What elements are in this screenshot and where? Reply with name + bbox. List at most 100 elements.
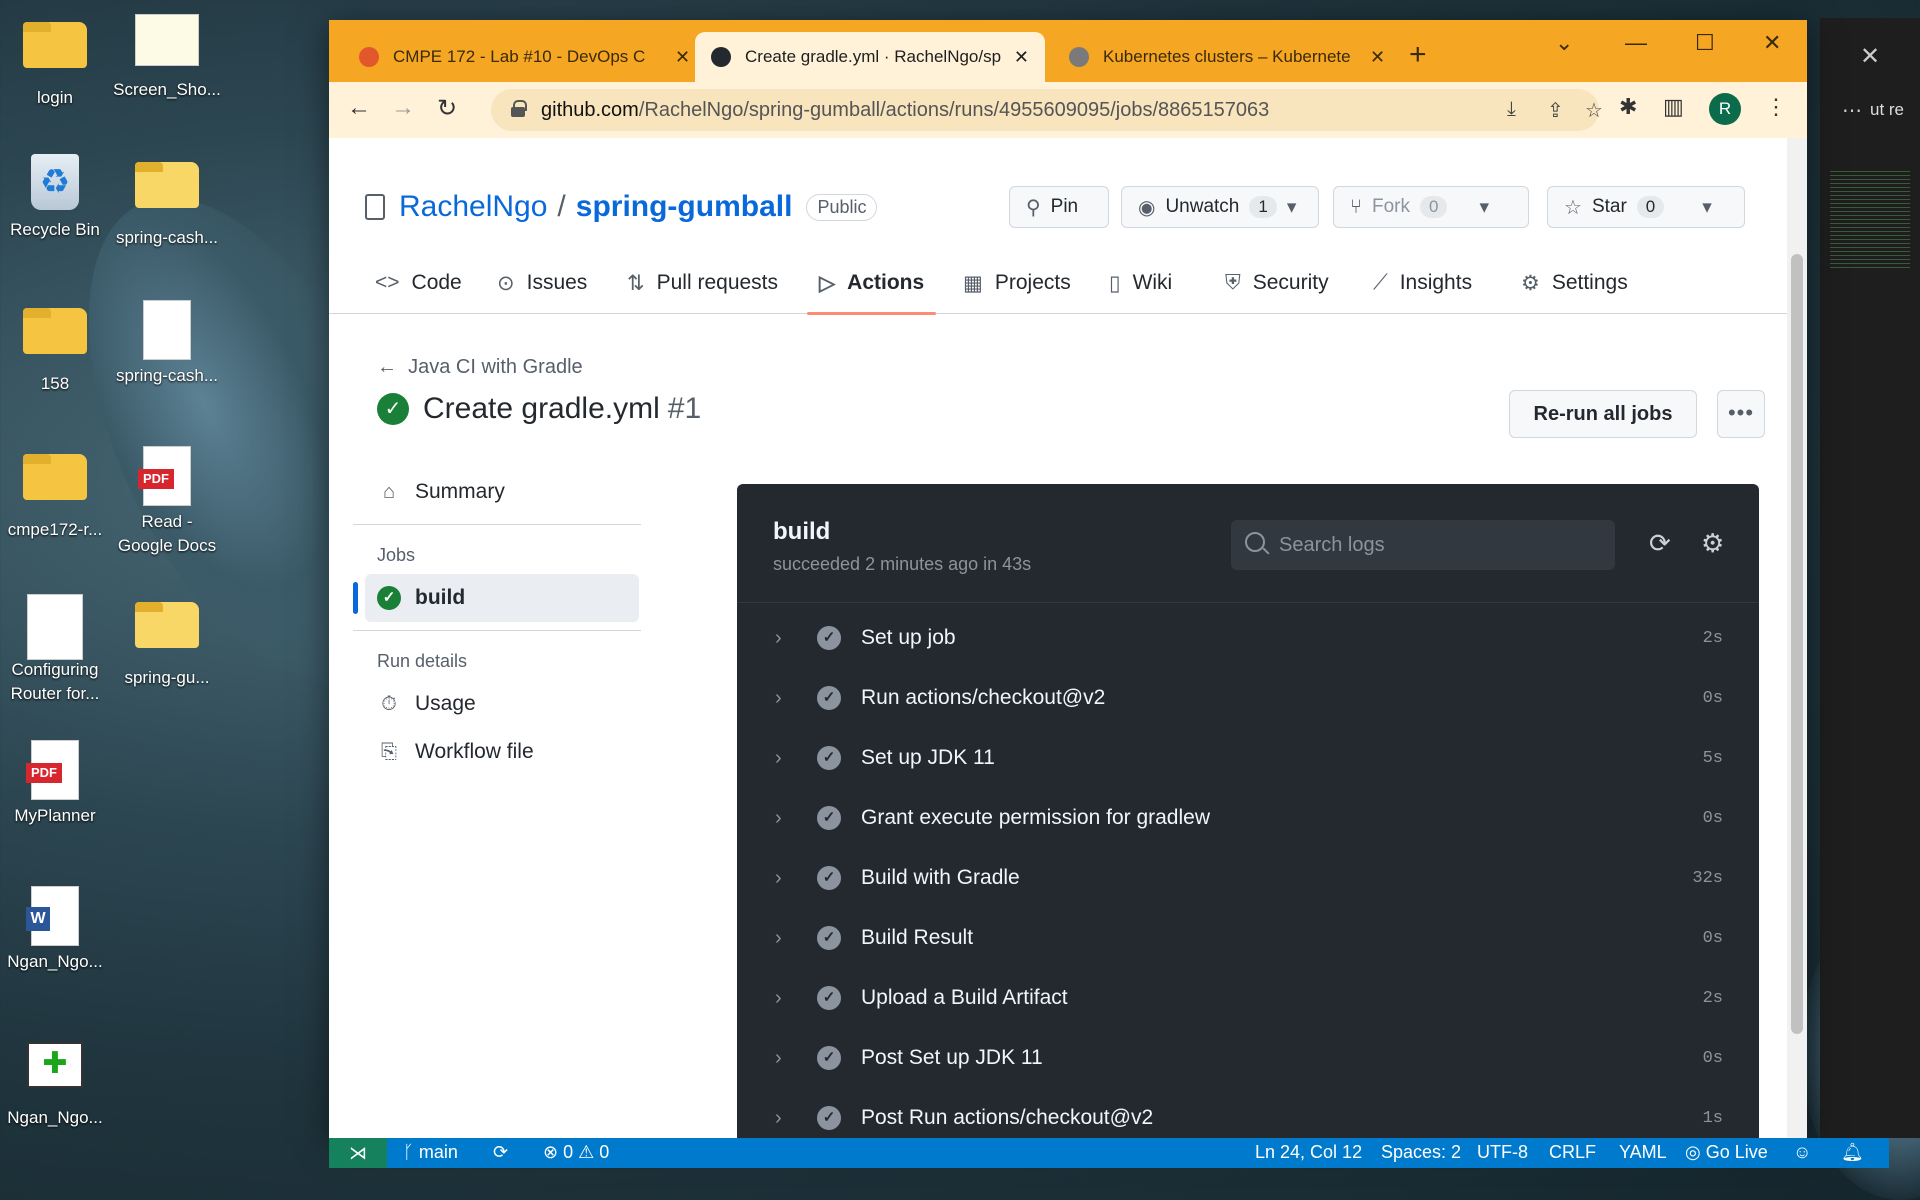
bell-icon[interactable]: 🔔︎ bbox=[1841, 1142, 1864, 1163]
desktop-icon-screenshot[interactable]: Screen_Sho... bbox=[112, 14, 222, 102]
close-icon[interactable]: ✕ bbox=[675, 47, 690, 68]
more-icon[interactable]: ⋯ bbox=[1842, 98, 1862, 123]
menu-icon[interactable]: ⋮ bbox=[1765, 94, 1787, 120]
refresh-icon[interactable]: ⟳ bbox=[1649, 528, 1671, 559]
rerun-all-jobs-button[interactable]: Re-run all jobs bbox=[1509, 390, 1697, 438]
chevron-right-icon[interactable]: › bbox=[775, 687, 803, 710]
branch-indicator[interactable]: ᚴ main bbox=[403, 1142, 458, 1163]
repo-owner-link[interactable]: RachelNgo bbox=[399, 190, 547, 224]
maximize-icon[interactable]: ☐ bbox=[1695, 30, 1715, 56]
line-ending[interactable]: CRLF bbox=[1549, 1142, 1596, 1163]
tab-security[interactable]: ⛨ Security bbox=[1225, 252, 1329, 314]
log-step-row[interactable]: › ✓ Set up JDK 11 5s bbox=[737, 728, 1759, 788]
remote-icon[interactable]: ⋊ bbox=[329, 1138, 387, 1168]
sidebar-item-summary[interactable]: ⌂ Summary bbox=[353, 468, 653, 516]
minimize-icon[interactable]: — bbox=[1625, 30, 1647, 56]
feedback-icon[interactable]: ☺ bbox=[1793, 1142, 1811, 1163]
tab-create-gradle[interactable]: Create gradle.yml · RachelNgo/sp ✕ bbox=[695, 32, 1045, 82]
cursor-position[interactable]: Ln 24, Col 12 bbox=[1255, 1142, 1362, 1163]
chevron-right-icon[interactable]: › bbox=[775, 807, 803, 830]
tab-insights[interactable]: ⟋ Insights bbox=[1373, 252, 1472, 314]
sidebar-item-usage[interactable]: ⏱ Usage bbox=[353, 680, 653, 728]
divider bbox=[353, 524, 641, 525]
chevron-right-icon[interactable]: › bbox=[775, 1047, 803, 1070]
log-step-row[interactable]: › ✓ Run actions/checkout@v2 0s bbox=[737, 668, 1759, 728]
star-button[interactable]: ☆ Star 0 ▾ bbox=[1547, 186, 1745, 228]
desktop-icon-158[interactable]: 158 bbox=[0, 300, 110, 396]
github-icon bbox=[711, 47, 731, 67]
chevron-right-icon[interactable]: › bbox=[775, 627, 803, 650]
repo-name-link[interactable]: spring-gumball bbox=[576, 190, 793, 224]
search-logs-input[interactable]: Search logs bbox=[1231, 520, 1615, 570]
tab-projects[interactable]: ▦ Projects bbox=[963, 252, 1071, 314]
go-live-button[interactable]: ◎ Go Live bbox=[1685, 1142, 1768, 1163]
forward-icon[interactable]: → bbox=[391, 94, 415, 122]
tab-pull-requests[interactable]: ⇅ Pull requests bbox=[627, 252, 778, 314]
close-icon[interactable]: ✕ bbox=[1763, 30, 1781, 56]
tab-issues[interactable]: ⊙ Issues bbox=[497, 252, 587, 314]
tab-actions[interactable]: ▷ Actions bbox=[806, 252, 937, 315]
indentation[interactable]: Spaces: 2 bbox=[1381, 1142, 1461, 1163]
log-step-row[interactable]: › ✓ Set up job 2s bbox=[737, 608, 1759, 668]
tab-kubernetes[interactable]: Kubernetes clusters – Kubernete ✕ bbox=[1053, 32, 1401, 82]
extensions-icon[interactable]: ✱ bbox=[1619, 94, 1637, 120]
log-step-row[interactable]: › ✓ Grant execute permission for gradlew 0s bbox=[737, 788, 1759, 848]
divider bbox=[737, 602, 1759, 603]
encoding[interactable]: UTF-8 bbox=[1477, 1142, 1528, 1163]
log-step-row[interactable]: › ✓ Upload a Build Artifact 2s bbox=[737, 968, 1759, 1028]
desktop-icon-login[interactable]: login bbox=[0, 14, 110, 110]
page-scrollbar[interactable] bbox=[1787, 138, 1807, 1138]
sync-icon[interactable]: ⟳ bbox=[493, 1142, 508, 1163]
tab-search-icon[interactable]: ⌄ bbox=[1555, 30, 1573, 56]
avatar[interactable]: R bbox=[1709, 93, 1741, 125]
sidebar-item-workflow-file[interactable]: ⎘ Workflow file bbox=[353, 728, 653, 776]
log-step-row[interactable]: › ✓ Post Run actions/checkout@v2 1s bbox=[737, 1088, 1759, 1138]
desktop-icon-spring-cash-folder[interactable]: spring-cash... bbox=[112, 154, 222, 250]
chevron-right-icon[interactable]: › bbox=[775, 927, 803, 950]
desktop-icon-read-google-docs[interactable]: PDF Read - Google Docs bbox=[112, 446, 222, 558]
problems-indicator[interactable]: ⊗ 0 ⚠ 0 bbox=[543, 1142, 609, 1163]
bookmark-star-icon[interactable]: ☆ bbox=[1585, 98, 1603, 123]
gear-icon[interactable]: ⚙ bbox=[1701, 528, 1724, 559]
share-icon[interactable]: ⇪ bbox=[1547, 98, 1564, 123]
desktop-icon-ngan-ngo-mail[interactable]: ✚ Ngan_Ngo... bbox=[0, 1034, 110, 1130]
step-name: Build Result bbox=[861, 926, 974, 949]
back-icon[interactable]: ← bbox=[347, 94, 371, 122]
scrollbar-thumb[interactable] bbox=[1791, 254, 1803, 1034]
unwatch-button[interactable]: ◉ Unwatch 1 ▾ bbox=[1121, 186, 1319, 228]
tab-wiki[interactable]: ▯ Wiki bbox=[1109, 252, 1172, 314]
pin-button[interactable]: ⚲ Pin bbox=[1009, 186, 1109, 228]
desktop-icon-myplanner[interactable]: PDF MyPlanner bbox=[0, 740, 110, 828]
tab-settings[interactable]: ⚙ Settings bbox=[1521, 252, 1628, 314]
desktop-icon-ngan-ngo-word[interactable]: W Ngan_Ngo... bbox=[0, 886, 110, 974]
language-mode[interactable]: YAML bbox=[1619, 1142, 1667, 1163]
tab-code[interactable]: <> Code bbox=[375, 252, 462, 314]
install-icon[interactable]: ⤓ bbox=[1507, 98, 1516, 121]
close-icon[interactable]: ✕ bbox=[1860, 42, 1880, 71]
log-step-row[interactable]: › ✓ Build Result 0s bbox=[737, 908, 1759, 968]
kebab-menu-icon[interactable]: ••• bbox=[1717, 390, 1765, 438]
chevron-right-icon[interactable]: › bbox=[775, 987, 803, 1010]
desktop-icon-spring-cash-file[interactable]: spring-cash... bbox=[112, 300, 222, 388]
side-panel-icon[interactable]: ▥ bbox=[1663, 94, 1684, 120]
sidebar-item-build[interactable]: ✓ build bbox=[353, 574, 639, 622]
address-bar[interactable]: github.com/RachelNgo/spring-gumball/acti… bbox=[491, 89, 1603, 131]
desktop-icon-cmpe172[interactable]: cmpe172-r... bbox=[0, 446, 110, 542]
close-icon[interactable]: ✕ bbox=[1370, 47, 1385, 68]
back-to-workflow-link[interactable]: ← Java CI with Gradle bbox=[377, 356, 583, 379]
desktop-icon-recycle-bin[interactable]: ♻ Recycle Bin bbox=[0, 154, 110, 242]
new-tab-icon[interactable]: + bbox=[1409, 38, 1427, 72]
fork-button[interactable]: ⑂ Fork 0 ▾ bbox=[1333, 186, 1529, 228]
desktop-icon-spring-gu[interactable]: spring-gu... bbox=[112, 594, 222, 690]
chevron-right-icon[interactable]: › bbox=[775, 867, 803, 890]
reload-icon[interactable]: ↻ bbox=[437, 94, 457, 123]
close-icon[interactable]: ✕ bbox=[1014, 47, 1029, 68]
background-editor-window[interactable]: ✕ ⋯ ut re bbox=[1820, 18, 1920, 1138]
chevron-right-icon[interactable]: › bbox=[775, 747, 803, 770]
tab-cmpe172-lab[interactable]: CMPE 172 - Lab #10 - DevOps C ✕ bbox=[343, 32, 706, 82]
desktop-icon-configuring-router[interactable]: Configuring Router for... bbox=[0, 594, 110, 706]
chevron-right-icon[interactable]: › bbox=[775, 1107, 803, 1130]
log-step-row[interactable]: › ✓ Build with Gradle 32s bbox=[737, 848, 1759, 908]
lock-icon bbox=[511, 100, 527, 117]
log-step-row[interactable]: › ✓ Post Set up JDK 11 0s bbox=[737, 1028, 1759, 1088]
